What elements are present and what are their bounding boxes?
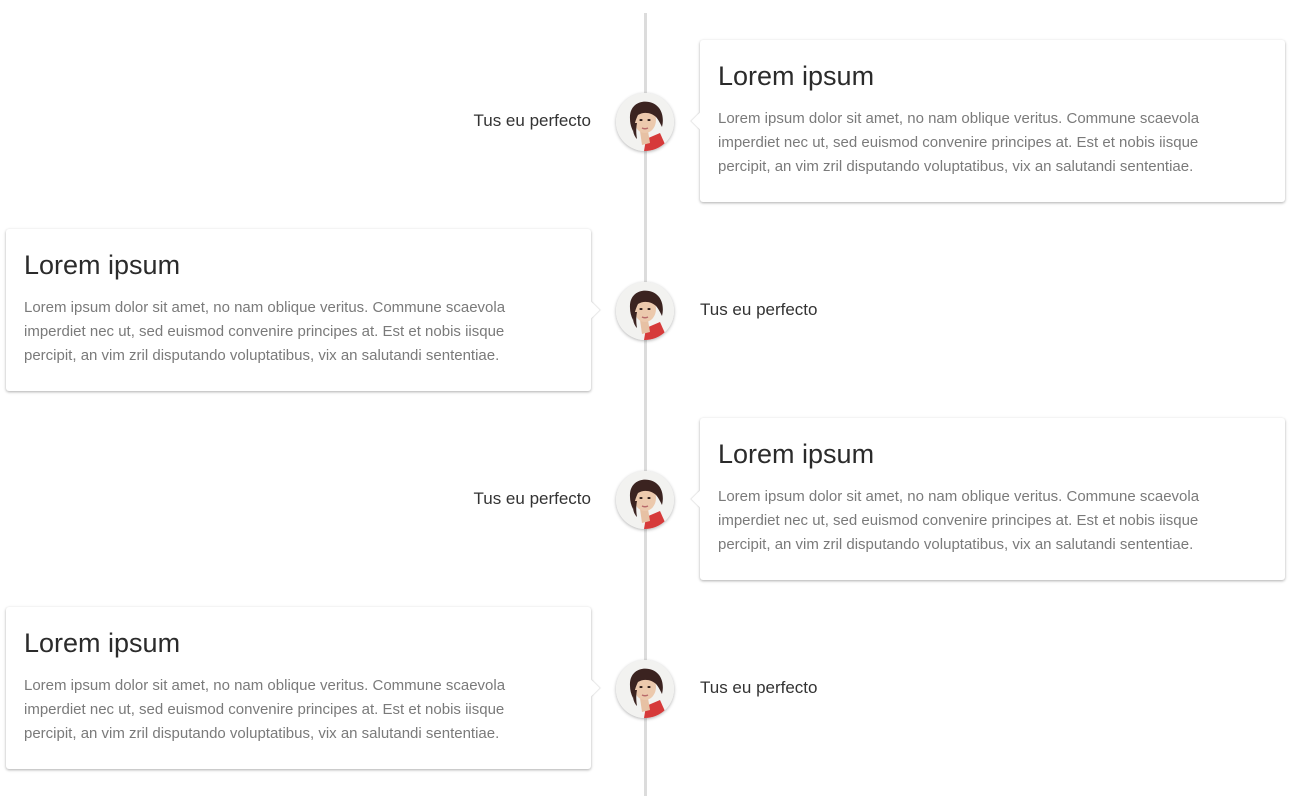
card-text-line: Lorem ipsum dolor sit amet, no nam obliq… xyxy=(24,677,506,694)
timeline: Tus eu perfecto Lorem ipsum Lorem ipsum … xyxy=(0,0,1294,796)
card-caret xyxy=(691,112,709,130)
card-text-line: percipit, an vim zril disputando volupta… xyxy=(718,158,1194,175)
timeline-label: Tus eu perfecto xyxy=(473,489,592,508)
card-text-line: Lorem ipsum dolor sit amet, no nam obliq… xyxy=(24,299,506,316)
card-text-line: percipit, an vim zril disputando volupta… xyxy=(718,536,1194,553)
avatar-icon xyxy=(616,660,674,718)
timeline-label: Tus eu perfecto xyxy=(700,678,818,697)
avatar-icon xyxy=(616,93,674,151)
card-text-line: imperdiet nec ut, sed euismod convenire … xyxy=(24,701,505,718)
card-text-line: Lorem ipsum dolor sit amet, no nam obliq… xyxy=(718,488,1200,505)
card-title: Lorem ipsum xyxy=(24,250,181,280)
timeline-card: Lorem ipsum Lorem ipsum dolor sit amet, … xyxy=(691,418,1285,580)
timeline-label: Tus eu perfecto xyxy=(700,300,818,319)
card-caret xyxy=(582,679,600,697)
card-title: Lorem ipsum xyxy=(24,628,181,658)
card-text-line: percipit, an vim zril disputando volupta… xyxy=(24,725,500,742)
card-caret xyxy=(691,490,709,508)
card-text-line: percipit, an vim zril disputando volupta… xyxy=(24,347,500,364)
card-text-line: imperdiet nec ut, sed euismod convenire … xyxy=(718,134,1199,151)
card-text-line: Lorem ipsum dolor sit amet, no nam obliq… xyxy=(718,110,1200,127)
card-text-line: imperdiet nec ut, sed euismod convenire … xyxy=(718,512,1199,529)
card-caret xyxy=(582,301,600,319)
timeline-card: Lorem ipsum Lorem ipsum dolor sit amet, … xyxy=(6,607,600,769)
card-title: Lorem ipsum xyxy=(718,61,875,91)
timeline-card: Lorem ipsum Lorem ipsum dolor sit amet, … xyxy=(6,229,600,391)
timeline-label: Tus eu perfecto xyxy=(473,111,592,130)
timeline-card: Lorem ipsum Lorem ipsum dolor sit amet, … xyxy=(691,40,1285,202)
card-title: Lorem ipsum xyxy=(718,439,875,469)
avatar-icon xyxy=(616,471,674,529)
card-text-line: imperdiet nec ut, sed euismod convenire … xyxy=(24,323,505,340)
avatar-icon xyxy=(616,282,674,340)
